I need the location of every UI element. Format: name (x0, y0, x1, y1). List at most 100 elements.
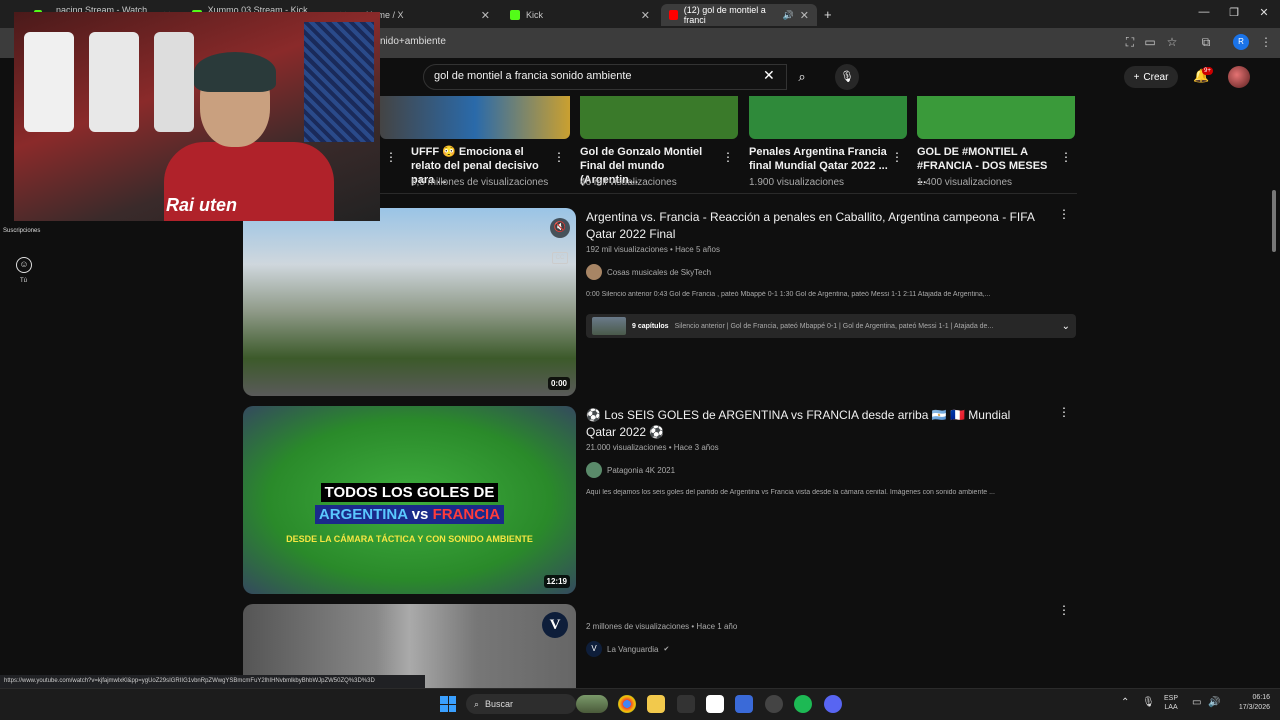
video-duration: 0:00 (547, 377, 570, 390)
scrollbar[interactable] (1270, 96, 1278, 675)
jersey-image (24, 32, 74, 132)
mic-icon[interactable]: 🎙 (835, 64, 859, 90)
chapter-thumbnail (592, 317, 626, 335)
taskbar-search[interactable]: ⌕ Buscar (466, 694, 576, 714)
search-highlight-image[interactable] (576, 695, 608, 713)
video-title[interactable]: ⚽ Los SEIS GOLES de ARGENTINA vs FRANCIA… (586, 407, 1036, 441)
short-thumbnail[interactable] (917, 96, 1075, 139)
verified-icon: ✔ (663, 646, 670, 653)
star-icon[interactable]: ☆ (1164, 34, 1180, 50)
extensions-icon[interactable]: ⧉ (1198, 34, 1214, 50)
short-views: 46 mil visualizaciones (580, 177, 677, 188)
channel-link[interactable]: Patagonia 4K 2021 (586, 462, 675, 478)
clear-icon[interactable]: ✕ (763, 67, 775, 84)
mic-icon[interactable]: 🎙 (1142, 697, 1155, 708)
more-icon[interactable]: ⋮ (891, 150, 903, 164)
file-explorer-icon[interactable] (647, 695, 665, 713)
channel-avatar: V (586, 641, 602, 657)
streamer-hair (194, 52, 276, 92)
video-thumbnail[interactable]: TODOS LOS GOLES DE ARGENTINA vs FRANCIA … (243, 406, 576, 594)
more-icon[interactable]: ⋮ (1060, 150, 1072, 164)
app-icon[interactable] (765, 695, 783, 713)
short-thumbnail[interactable] (380, 96, 570, 139)
sidebar-item-subscriptions[interactable]: Suscripciones (3, 228, 40, 234)
mute-icon[interactable]: 🔇 (550, 218, 570, 238)
clock[interactable]: 06:16 17/3/2026 (1228, 693, 1270, 713)
video-description: 0:00 Silencio anterior 0:43 Gol de Franc… (586, 291, 991, 298)
thumbnail-text: ARGENTINA (318, 506, 408, 523)
capcut-icon[interactable] (706, 695, 724, 713)
thumbnail-text: vs (411, 506, 429, 523)
short-thumbnail[interactable] (580, 96, 738, 139)
restore-icon[interactable]: ❐ (1224, 6, 1244, 19)
short-views: 1.900 visualizaciones (749, 177, 845, 188)
jersey-image (154, 32, 194, 132)
thumbnail-text: DESDE LA CÁMARA TÁCTICA Y CON SONIDO AMB… (286, 534, 533, 544)
language-indicator[interactable]: ESP LAA (1164, 694, 1178, 712)
notification-badge: 9+ (1202, 67, 1213, 75)
url-text[interactable]: nido+ambiente (380, 36, 446, 47)
thumbnail-text: FRANCIA (432, 506, 501, 523)
app-icon[interactable] (735, 695, 753, 713)
more-icon[interactable]: ⋮ (385, 150, 397, 164)
more-icon[interactable]: ⋮ (1058, 405, 1070, 419)
chevron-up-icon[interactable]: ⌃ (1121, 697, 1129, 708)
video-meta: 192 mil visualizaciones • Hace 5 años (586, 245, 720, 254)
cast-icon[interactable]: ▭ (1142, 34, 1158, 50)
close-window-icon[interactable]: ✕ (1254, 6, 1274, 19)
webcam-overlay (14, 12, 380, 221)
captions-icon[interactable]: CC (552, 252, 568, 264)
tab-youtube-active[interactable]: (12) gol de montiel a franci 🔊 ✕ (661, 4, 817, 26)
thumbnail-text: TODOS LOS GOLES DE (320, 483, 499, 502)
more-icon[interactable]: ⋮ (1058, 207, 1070, 221)
kick-icon (510, 10, 520, 20)
video-thumbnail[interactable]: 🔇 CC 0:00 (243, 208, 576, 396)
short-views: 1.400 visualizaciones (917, 177, 1013, 188)
avatar[interactable] (1228, 66, 1250, 88)
scrollbar-thumb[interactable] (1272, 190, 1276, 252)
sidebar-item-you[interactable]: Tú (20, 278, 27, 284)
new-tab-button[interactable]: + (824, 7, 832, 22)
video-duration: 12:19 (543, 575, 570, 588)
network-icon[interactable]: ▭ (1192, 697, 1201, 708)
channel-avatar (586, 462, 602, 478)
windows-start-icon[interactable] (440, 696, 456, 712)
volume-icon[interactable]: 🔊 (1208, 697, 1220, 708)
taskbar (0, 688, 1280, 720)
channel-logo: V (542, 612, 568, 638)
plus-icon: + (1133, 71, 1140, 83)
user-icon[interactable]: ☺ (16, 257, 32, 273)
youtube-icon (669, 10, 678, 20)
close-icon[interactable]: ✕ (641, 9, 650, 22)
channel-link[interactable]: V La Vanguardia ✔ (586, 641, 669, 657)
more-icon[interactable]: ⋮ (553, 150, 565, 164)
short-thumbnail[interactable] (749, 96, 907, 139)
create-button[interactable]: + Crear (1124, 66, 1178, 88)
search-icon: ⌕ (474, 698, 480, 709)
close-icon[interactable]: ✕ (481, 9, 490, 22)
chrome-icon[interactable] (618, 695, 636, 713)
chapters-bar[interactable]: 9 capítulos Silencio anterior | Gol de F… (586, 314, 1076, 338)
translate-icon[interactable]: ⛶ (1122, 34, 1138, 50)
jersey-image (89, 32, 139, 132)
close-icon[interactable]: ✕ (800, 9, 809, 22)
more-icon[interactable]: ⋮ (1058, 603, 1070, 617)
search-query[interactable]: gol de montiel a francia sonido ambiente (434, 70, 632, 82)
minimize-icon[interactable]: — (1194, 6, 1214, 18)
spotify-icon[interactable] (794, 695, 812, 713)
profile-icon[interactable]: R (1233, 34, 1249, 50)
menu-icon[interactable]: ⋮ (1258, 34, 1274, 50)
channel-link[interactable]: Cosas musicales de SkyTech (586, 264, 711, 280)
short-title[interactable]: Penales Argentina Francia final Mundial … (749, 145, 889, 173)
channel-avatar (586, 264, 602, 280)
discord-icon[interactable] (824, 695, 842, 713)
app-icon[interactable] (677, 695, 695, 713)
tab-kick[interactable]: Kick ✕ (502, 4, 658, 26)
webcam-shirt-text: Rai uten (166, 195, 238, 215)
video-title[interactable]: Argentina vs. Francia - Reacción a penal… (586, 209, 1036, 243)
search-icon[interactable]: ⌕ (787, 64, 817, 90)
video-description: Aquí les dejamos los seis goles del part… (586, 489, 995, 496)
chevron-down-icon[interactable]: ⌄ (1062, 321, 1070, 332)
more-icon[interactable]: ⋮ (722, 150, 734, 164)
video-meta: 21.000 visualizaciones • Hace 3 años (586, 443, 719, 452)
